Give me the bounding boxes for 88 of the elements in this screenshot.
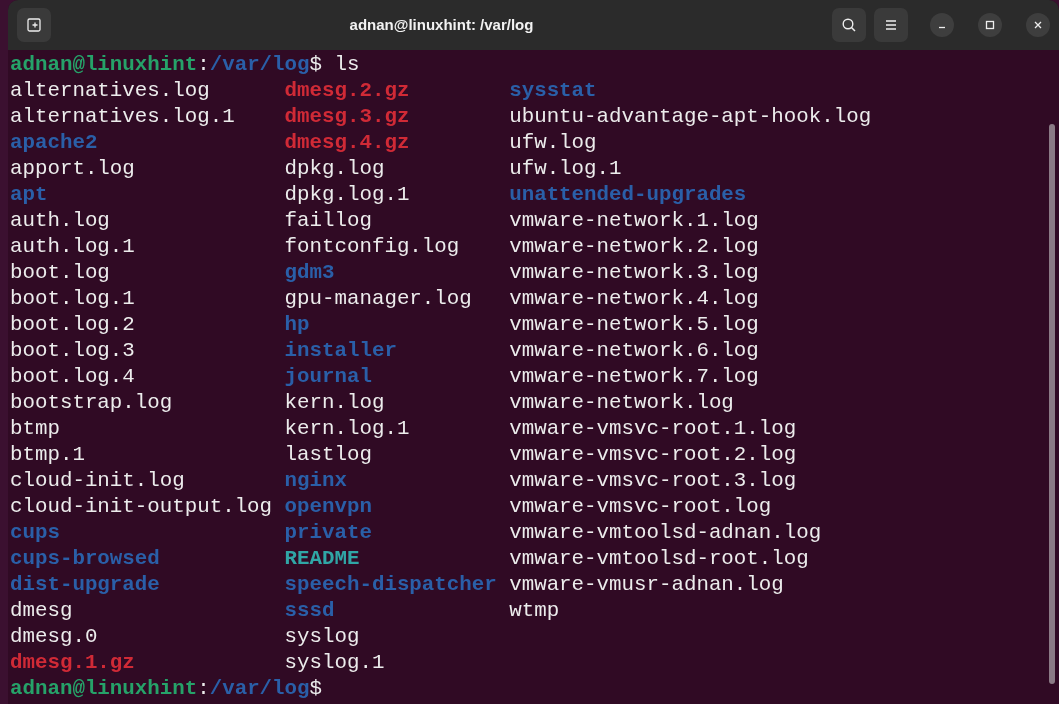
directory-name: sysstat [509,78,597,104]
file-name: auth.log [10,208,110,234]
file-name: boot.log.2 [10,312,135,338]
new-tab-button[interactable] [17,8,51,42]
directory-name: unattended-upgrades [509,182,747,208]
file-name: vmware-network.3.log [509,260,759,286]
file-name: btmp [10,416,60,442]
file-name: ubuntu-advantage-apt-hook.log [509,104,872,130]
search-button[interactable] [832,8,866,42]
file-name: bootstrap.log [10,390,173,416]
prompt-path: /var/log [209,677,310,700]
file-name: faillog [284,208,372,234]
archive-name: dmesg.3.gz [284,104,410,130]
archive-name: dmesg.1.gz [10,650,135,676]
file-name: vmware-network.log [509,390,734,416]
directory-name: apache2 [10,130,98,156]
directory-name: nginx [284,468,347,494]
file-name: dpkg.log.1 [284,182,410,208]
file-name: boot.log.4 [10,364,135,390]
close-button[interactable] [1026,13,1050,37]
file-name: kern.log [284,390,385,416]
file-name: syslog [284,624,360,650]
directory-name: speech-dispatcher [284,572,497,598]
file-name: cloud-init.log [10,468,185,494]
file-name: lastlog [284,442,372,468]
file-name: dmesg [10,598,73,624]
file-name: gpu-manager.log [284,286,472,312]
archive-name: dmesg.2.gz [284,78,410,104]
file-name: dmesg.0 [10,624,98,650]
menu-button[interactable] [874,8,908,42]
window-title: adnan@linuxhint: /var/log [348,14,535,35]
directory-name: cups [10,520,60,546]
prompt-user-host: adnan@linuxhint [10,53,198,76]
file-name: vmware-vmtoolsd-root.log [509,546,809,572]
file-name: ufw.log.1 [509,156,622,182]
directory-name: journal [284,364,372,390]
file-name: vmware-network.6.log [509,338,759,364]
file-name: vmware-network.7.log [509,364,759,390]
search-icon [841,17,857,33]
file-name: vmware-network.4.log [509,286,759,312]
file-name: fontconfig.log [284,234,460,260]
file-name: vmware-vmsvc-root.log [509,494,772,520]
prompt-user-host: adnan@linuxhint [10,677,198,700]
prompt-separator: : [197,677,210,700]
menu-icon [884,19,898,31]
file-name: boot.log.1 [10,286,135,312]
prompt-separator: : [197,53,210,76]
file-name: wtmp [509,598,560,624]
link-name: README [284,546,360,572]
directory-name: private [284,520,372,546]
directory-name: installer [284,338,397,364]
file-name: alternatives.log [10,78,210,104]
command-text: ls [334,53,360,76]
file-name: boot.log.3 [10,338,135,364]
file-name: syslog.1 [284,650,385,676]
directory-name: dist-upgrade [10,572,160,598]
new-tab-icon [26,17,42,33]
file-name: cloud-init-output.log [10,494,273,520]
directory-name: cups-browsed [10,546,160,572]
file-name: auth.log.1 [10,234,135,260]
file-name: vmware-network.2.log [509,234,759,260]
prompt-symbol: $ [309,677,322,700]
file-name: dpkg.log [284,156,385,182]
directory-name: hp [284,312,310,338]
archive-name: dmesg.4.gz [284,130,410,156]
file-name: apport.log [10,156,135,182]
file-name: ufw.log [509,130,597,156]
directory-name: apt [10,182,48,208]
file-name: vmware-vmsvc-root.1.log [509,416,797,442]
file-name: vmware-vmusr-adnan.log [509,572,784,598]
maximize-button[interactable] [978,13,1002,37]
directory-name: openvpn [284,494,372,520]
file-name: vmware-vmsvc-root.2.log [509,442,797,468]
maximize-icon [985,20,995,30]
file-name: btmp.1 [10,442,85,468]
prompt-path: /var/log [209,53,310,76]
close-icon [1033,20,1043,30]
file-name: vmware-vmsvc-root.3.log [509,468,797,494]
file-name: vmware-network.1.log [509,208,759,234]
file-name: kern.log.1 [284,416,410,442]
scrollbar-thumb[interactable] [1049,124,1055,684]
file-name: boot.log [10,260,110,286]
file-name: vmware-vmtoolsd-adnan.log [509,520,822,546]
file-name: vmware-network.5.log [509,312,759,338]
directory-name: gdm3 [284,260,335,286]
directory-name: sssd [284,598,335,624]
file-name: alternatives.log.1 [10,104,235,130]
prompt-symbol: $ [309,53,322,76]
